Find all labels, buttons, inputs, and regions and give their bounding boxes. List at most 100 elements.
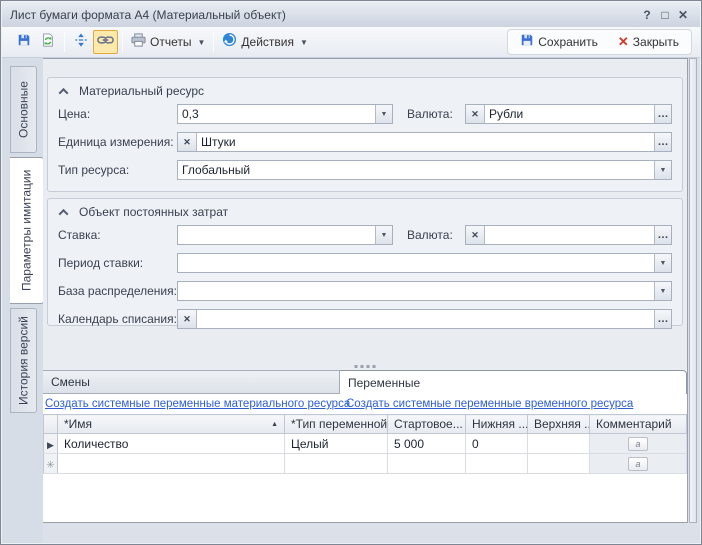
comment-editor-button[interactable]: a [628, 437, 648, 451]
chevron-down-icon: ▼ [197, 38, 205, 47]
collapse-icon[interactable] [59, 87, 69, 97]
column-header-lower[interactable]: Нижняя ... [466, 415, 528, 434]
reports-button[interactable]: Отчеты ▼ [127, 30, 209, 54]
cell-lower[interactable]: 0 [466, 434, 528, 454]
cell-start[interactable] [388, 454, 466, 474]
maximize-button[interactable]: □ [656, 8, 674, 22]
form-row: Период ставки: ▼ [48, 249, 682, 277]
cell-upper[interactable] [528, 454, 590, 474]
resource-type-combobox[interactable]: Глобальный ▼ [177, 160, 672, 180]
price-value[interactable]: 0,3 [178, 105, 375, 123]
vertical-scrollbar[interactable] [689, 58, 697, 523]
cell-comment[interactable]: a [590, 434, 687, 454]
side-tab-version-history[interactable]: История версий [10, 308, 37, 413]
table-header-row: *Имя ▲ *Тип переменной Стартовое... Нижн… [44, 415, 687, 434]
cell-name[interactable]: Количество [58, 434, 285, 454]
resource-type-label: Тип ресурса: [58, 163, 177, 177]
autofit-icon-button[interactable] [69, 30, 93, 54]
collapse-icon[interactable] [59, 208, 69, 218]
cell-start[interactable]: 5 000 [388, 434, 466, 454]
rate-period-combobox[interactable]: ▼ [177, 253, 672, 273]
currency-label: Валюта: [407, 107, 465, 121]
refresh-icon-button[interactable] [36, 30, 60, 54]
combo-dropdown-icon[interactable]: ▼ [375, 105, 392, 123]
clear-icon[interactable]: ✕ [178, 310, 197, 328]
refresh-icon [41, 33, 55, 52]
side-tab-main[interactable]: Основные [10, 66, 37, 153]
combo-dropdown-icon[interactable]: ▼ [375, 226, 392, 244]
unit-value[interactable]: Штуки [197, 133, 654, 151]
writeoff-calendar-field[interactable]: ✕ … [177, 309, 672, 329]
close-button[interactable]: ✕ Закрыть [614, 30, 683, 54]
combo-dropdown-icon[interactable]: ▼ [654, 282, 671, 300]
column-header-type[interactable]: *Тип переменной [285, 415, 388, 434]
column-header-start[interactable]: Стартовое... [388, 415, 466, 434]
side-tab-simulation-params[interactable]: Параметры имитации [10, 157, 44, 304]
cell-lower[interactable] [466, 454, 528, 474]
cell-name[interactable] [58, 454, 285, 474]
splitter-handle[interactable] [355, 365, 376, 368]
comment-editor-button[interactable]: a [628, 457, 648, 471]
clear-icon[interactable]: ✕ [178, 133, 197, 151]
combo-dropdown-icon[interactable]: ▼ [654, 161, 671, 179]
toolbar-separator [122, 32, 123, 52]
cell-upper[interactable] [528, 434, 590, 454]
cell-type[interactable]: Целый [285, 434, 388, 454]
unit-field[interactable]: ✕ Штуки … [177, 132, 672, 152]
create-material-variables-link[interactable]: Создать системные переменные материально… [45, 398, 346, 410]
group-header[interactable]: Материальный ресурс [48, 78, 682, 100]
group-title: Объект постоянных затрат [79, 205, 228, 219]
create-temporal-variables-link[interactable]: Создать системные переменные временного … [346, 398, 633, 410]
form-pane: Материальный ресурс Цена: 0,3 ▼ Валюта: … [43, 59, 687, 370]
reports-label: Отчеты [150, 35, 191, 49]
ellipsis-button[interactable]: … [654, 133, 671, 151]
distribution-base-combobox[interactable]: ▼ [177, 281, 672, 301]
table-row: ▶ Количество Целый 5 000 0 a [44, 434, 687, 454]
currency-label: Валюта: [407, 228, 465, 242]
clear-icon[interactable]: ✕ [466, 226, 485, 244]
close-label: Закрыть [633, 35, 679, 49]
resource-type-value[interactable]: Глобальный [178, 161, 654, 179]
rate-combobox[interactable]: ▼ [177, 225, 393, 245]
actions-button[interactable]: Действия ▼ [218, 30, 312, 54]
currency-value[interactable]: Рубли [485, 105, 654, 123]
bottom-tab-pane: Смены Переменные Создать системные перем… [43, 370, 687, 522]
titlebar-close-button[interactable]: ✕ [674, 8, 692, 22]
form-row: Единица измерения: ✕ Штуки … [48, 128, 682, 156]
form-row: Тип ресурса: Глобальный ▼ [48, 156, 682, 184]
ellipsis-button[interactable]: … [654, 310, 671, 328]
rate-value[interactable] [178, 226, 375, 244]
writeoff-calendar-label: Календарь списания: [58, 312, 177, 326]
link-icon [97, 33, 114, 51]
bottom-tab-strip: Смены Переменные [43, 370, 687, 394]
save-icon-button[interactable] [12, 30, 36, 54]
column-header-upper[interactable]: Верхняя ... [528, 415, 590, 434]
sort-asc-icon: ▲ [271, 421, 278, 428]
save-button[interactable]: Сохранить [516, 30, 602, 54]
price-combobox[interactable]: 0,3 ▼ [177, 104, 393, 124]
rate-currency-value[interactable] [485, 226, 654, 244]
column-header-name[interactable]: *Имя ▲ [58, 415, 285, 434]
clear-icon[interactable]: ✕ [466, 105, 485, 123]
cell-comment[interactable]: a [590, 454, 687, 474]
side-tab-strip: Основные Параметры имитации История верс… [2, 58, 43, 543]
ellipsis-button[interactable]: … [654, 226, 671, 244]
group-title: Материальный ресурс [79, 84, 204, 98]
ellipsis-button[interactable]: … [654, 105, 671, 123]
printer-icon [131, 33, 146, 52]
link-icon-button[interactable] [93, 30, 118, 54]
rate-period-value[interactable] [178, 254, 654, 272]
combo-dropdown-icon[interactable]: ▼ [654, 254, 671, 272]
toolbar-separator [213, 32, 214, 52]
column-header-comment[interactable]: Комментарий [590, 415, 687, 434]
cell-type[interactable] [285, 454, 388, 474]
distribution-base-value[interactable] [178, 282, 654, 300]
writeoff-calendar-value[interactable] [197, 310, 654, 328]
rate-currency-field[interactable]: ✕ … [465, 225, 672, 245]
chevron-down-icon: ▼ [300, 38, 308, 47]
currency-field[interactable]: ✕ Рубли … [465, 104, 672, 124]
tab-variables[interactable]: Переменные [340, 370, 687, 394]
help-button[interactable]: ? [638, 8, 656, 22]
group-header[interactable]: Объект постоянных затрат [48, 199, 682, 221]
tab-shifts[interactable]: Смены [43, 370, 340, 394]
